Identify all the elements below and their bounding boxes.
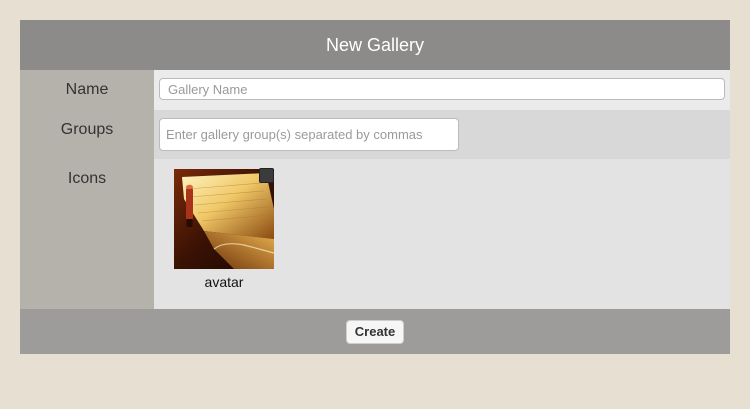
groups-value-cell: [154, 110, 730, 159]
icons-row: Icons avatar: [20, 159, 730, 309]
icons-label: Icons: [20, 159, 154, 309]
icon-caption: avatar: [204, 274, 244, 290]
groups-row: Groups: [20, 110, 730, 159]
panel-title: New Gallery: [20, 20, 730, 70]
create-button[interactable]: Create: [345, 319, 405, 344]
icons-value-cell: avatar: [154, 159, 730, 309]
book-thumbnail-image[interactable]: [174, 169, 274, 269]
gallery-groups-input[interactable]: [159, 118, 459, 151]
name-label: Name: [20, 70, 154, 110]
name-row: Name: [20, 70, 730, 110]
icon-tile-avatar[interactable]: avatar: [174, 168, 274, 290]
new-gallery-panel: New Gallery Name Groups Icons: [20, 20, 730, 354]
panel-footer: Create: [20, 309, 730, 354]
icon-select-checkbox[interactable]: [259, 168, 274, 183]
groups-label: Groups: [20, 110, 154, 159]
name-value-cell: [154, 70, 730, 110]
gallery-name-input[interactable]: [159, 78, 725, 100]
